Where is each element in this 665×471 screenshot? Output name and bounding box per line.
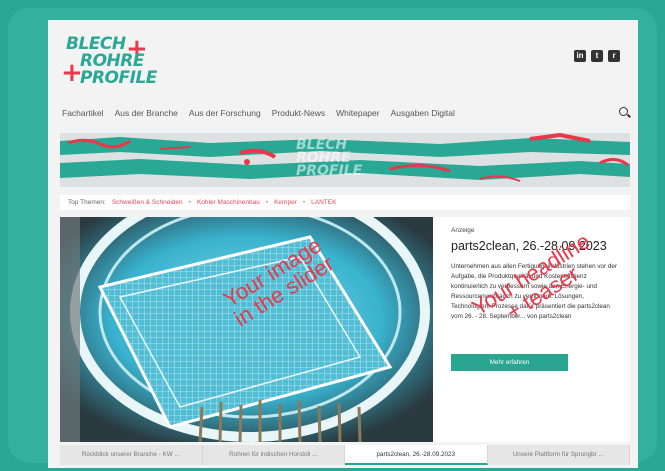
header-banner: BLECH ROHRE PROFILE (60, 133, 630, 187)
top-themes-label: Top Themen: (68, 199, 106, 206)
banner-watermark-logo: BLECH ROHRE PROFILE (296, 137, 363, 179)
cleaning-basket-photo (60, 217, 433, 442)
read-more-button[interactable]: Mehr erfahren (451, 354, 568, 371)
rss-icon[interactable]: r (608, 50, 620, 62)
main-navigation: Fachartikel Aus der Branche Aus der Fors… (62, 104, 638, 122)
site-logo[interactable]: BLECH + ROHRE + PROFILE (61, 32, 182, 92)
top-themes-bar: Top Themen: Schweißen & Schneiden • Kohl… (60, 195, 630, 210)
nav-item-aus-der-forschung[interactable]: Aus der Forschung (189, 108, 261, 118)
website-preview: BLECH + ROHRE + PROFILE in t r Fachartik… (48, 20, 638, 468)
linkedin-icon[interactable]: in (574, 50, 586, 62)
logo-line-profile: PROFILE (80, 68, 157, 88)
article-teaser: Anzeige parts2clean, 26.-28.09.2023 Unte… (433, 217, 630, 442)
slider-tabs: Rückblick unserer Branche - KW ... Rohre… (60, 445, 630, 465)
top-theme-link[interactable]: Kemper (274, 199, 297, 206)
slider-tab-active[interactable]: parts2clean, 26.-28.09.2023 (345, 445, 488, 465)
twitter-icon[interactable]: t (591, 50, 603, 62)
slider-image[interactable] (60, 217, 433, 442)
article-category: Anzeige (451, 227, 475, 234)
slider-tab[interactable]: Unsere Plattform für Sprungbr ... (488, 445, 630, 465)
top-theme-link[interactable]: LANTEK (311, 199, 336, 206)
nav-item-fachartikel[interactable]: Fachartikel (62, 108, 104, 118)
top-theme-separator: • (188, 199, 191, 206)
nav-item-whitepaper[interactable]: Whitepaper (336, 108, 379, 118)
article-title[interactable]: parts2clean, 26.-28.09.2023 (451, 239, 607, 253)
slider-tab[interactable]: Rohren für indischen Horstoll ... (203, 445, 345, 465)
article-teaser-text: Unternehmen aus allen Fertigungsindustri… (451, 263, 617, 320)
top-theme-link[interactable]: Kohler Maschinenbau (197, 199, 260, 206)
social-links: in t r (574, 50, 620, 62)
teal-frame: BLECH + ROHRE + PROFILE in t r Fachartik… (8, 8, 657, 468)
top-theme-separator: • (265, 199, 269, 206)
top-theme-link[interactable]: Schweißen & Schneiden (112, 199, 183, 206)
top-theme-separator: • (302, 199, 306, 206)
nav-item-aus-der-branche[interactable]: Aus der Branche (115, 108, 178, 118)
nav-item-produkt-news[interactable]: Produkt-News (272, 108, 325, 118)
slider-tab[interactable]: Rückblick unserer Branche - KW ... (60, 445, 203, 465)
nav-item-ausgaben-digital[interactable]: Ausgaben Digital (391, 108, 455, 118)
search-icon[interactable] (619, 107, 628, 116)
